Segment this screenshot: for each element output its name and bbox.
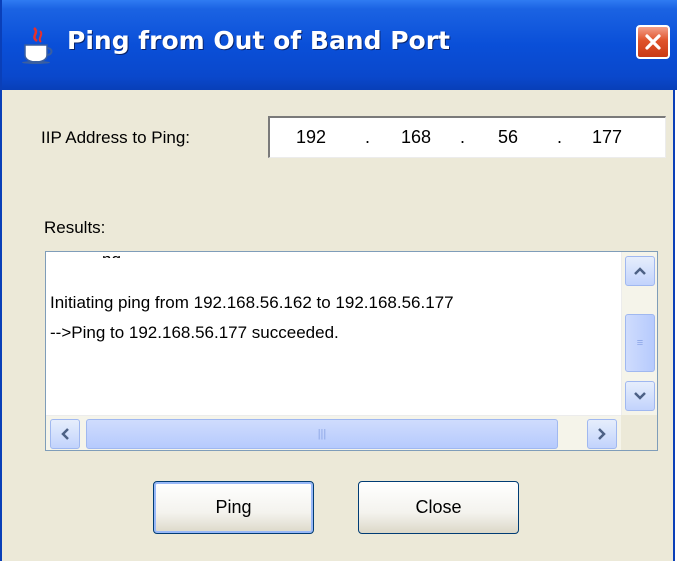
scroll-right-button[interactable] (587, 419, 617, 449)
ping-button[interactable]: Ping (153, 481, 314, 534)
title-bar[interactable]: Ping from Out of Band Port (2, 0, 677, 90)
window-title: Ping from Out of Band Port (67, 26, 450, 55)
scroll-down-button[interactable] (625, 381, 655, 411)
scroll-left-button[interactable] (50, 419, 80, 449)
scroll-up-button[interactable] (625, 256, 655, 286)
scrollbar-corner (621, 415, 657, 450)
close-window-button[interactable] (636, 25, 670, 59)
results-text-area[interactable]: ng Initiating ping from 192.168.56.162 t… (45, 251, 658, 451)
dialog-content: IIP Address to Ping: 192 . 168 . 56 . 17… (2, 90, 673, 561)
vertical-scrollbar[interactable]: ≡ (621, 252, 657, 415)
results-lines: Initiating ping from 192.168.56.162 to 1… (50, 288, 454, 348)
ip-separator: . (460, 127, 466, 147)
horizontal-scrollbar[interactable]: ||| (46, 415, 621, 450)
results-line: -->Ping to 192.168.56.177 succeeded. (50, 323, 339, 342)
vertical-scroll-thumb[interactable]: ≡ (625, 314, 655, 372)
close-icon (645, 34, 661, 50)
ip-separator: . (365, 127, 371, 147)
results-line: Initiating ping from 192.168.56.162 to 1… (50, 293, 454, 312)
ip-octet-4[interactable]: 177 (592, 127, 622, 148)
results-label: Results: (44, 218, 106, 237)
ip-address-label: IIP Address to Ping: (41, 128, 190, 147)
ip-octet-1[interactable]: 192 (296, 127, 326, 148)
close-button[interactable]: Close (358, 481, 519, 534)
ip-octet-3[interactable]: 56 (498, 127, 518, 148)
ip-separator: . (557, 127, 563, 147)
horizontal-scroll-thumb[interactable]: ||| (86, 419, 558, 449)
chevron-down-icon (634, 392, 646, 400)
results-partial-line: ng (102, 252, 122, 258)
ip-octet-2[interactable]: 168 (401, 127, 431, 148)
chevron-up-icon (634, 267, 646, 275)
chevron-right-icon (598, 428, 606, 440)
ip-address-field[interactable]: 192 . 168 . 56 . 177 (268, 116, 666, 158)
java-icon (22, 27, 53, 64)
ping-dialog: Ping from Out of Band Port IIP Address t… (0, 0, 677, 561)
chevron-left-icon (61, 428, 69, 440)
